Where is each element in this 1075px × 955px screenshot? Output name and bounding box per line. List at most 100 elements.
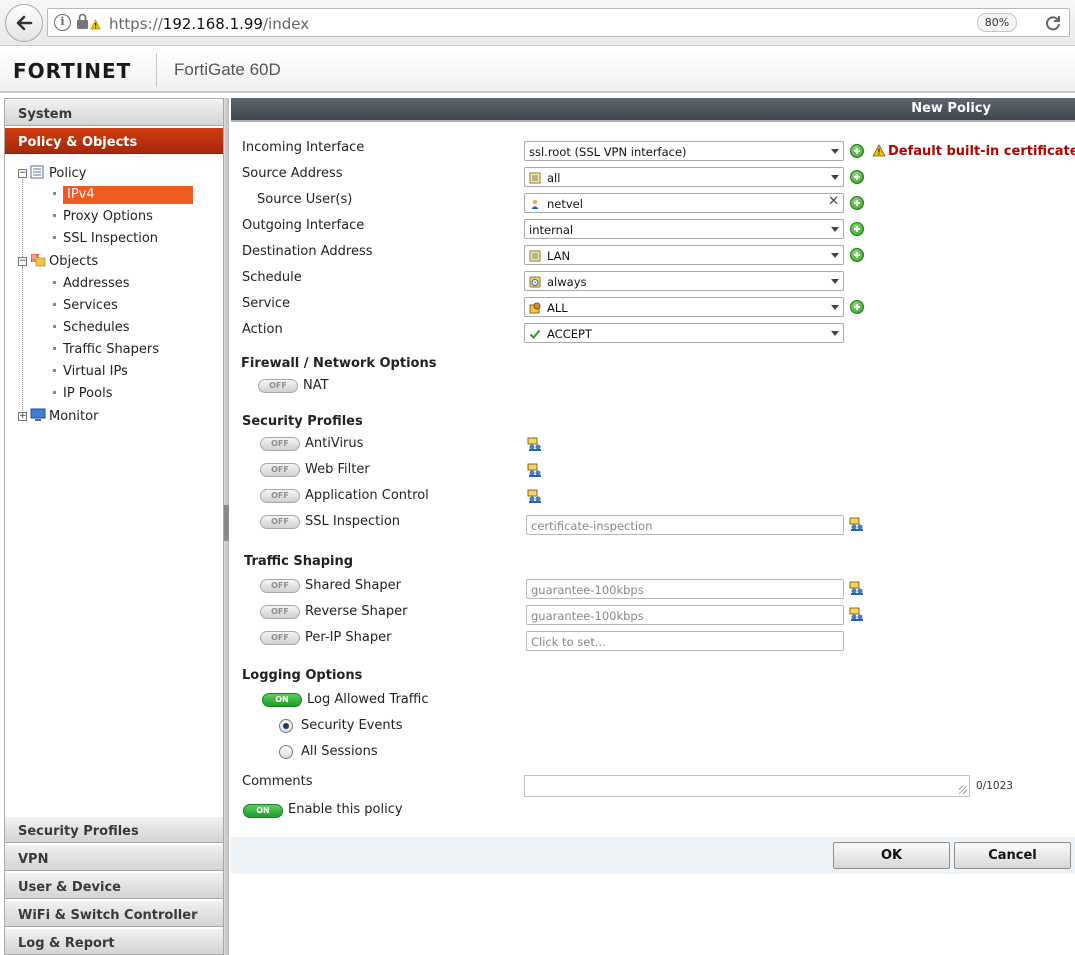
add-outgoing-interface-button[interactable] — [850, 222, 864, 236]
outgoing-interface-select[interactable]: internal — [524, 219, 844, 239]
sidebar-section-system[interactable]: System — [5, 99, 223, 126]
add-source-address-button[interactable] — [850, 170, 864, 184]
comments-label: Comments — [242, 774, 313, 789]
sidebar-section-security-profiles[interactable]: Security Profiles — [5, 816, 223, 843]
add-incoming-interface-button[interactable] — [850, 144, 864, 158]
incoming-interface-select[interactable]: ssl.root (SSL VPN interface) — [524, 141, 844, 161]
antivirus-label: AntiVirus — [305, 436, 364, 451]
security-events-radio[interactable] — [279, 719, 293, 733]
application-control-toggle[interactable]: OFF — [260, 489, 300, 503]
service-select[interactable]: ALL — [524, 297, 844, 317]
destination-address-select[interactable]: LAN — [524, 245, 844, 265]
back-button[interactable] — [5, 4, 43, 42]
add-destination-address-button[interactable] — [850, 248, 864, 262]
policy-list-icon — [30, 165, 44, 179]
chevron-down-icon — [831, 149, 839, 154]
sidebar-section-log-report[interactable]: Log & Report — [5, 928, 223, 955]
tree-item-label: Monitor — [49, 409, 99, 424]
shared-shaper-field[interactable]: guarantee-100kbps — [526, 579, 844, 599]
ok-button[interactable]: OK — [833, 842, 950, 869]
profile-group-icon[interactable] — [849, 516, 865, 532]
logging-section-title: Logging Options — [242, 668, 363, 683]
tree-item-label: IP Pools — [63, 386, 113, 401]
certificate-warning[interactable]: Default built-in certificate — [872, 144, 1075, 159]
tree-item-policy[interactable]: − Policy — [18, 165, 86, 183]
incoming-interface-label: Incoming Interface — [242, 140, 365, 155]
tree-item-ipv4[interactable]: IPv4 — [53, 186, 193, 205]
sidebar-section-vpn[interactable]: VPN — [5, 844, 223, 871]
destination-address-label: Destination Address — [242, 244, 373, 259]
per-ip-shaper-toggle[interactable]: OFF — [260, 631, 300, 645]
reverse-shaper-label: Reverse Shaper — [305, 604, 408, 619]
source-users-select[interactable]: netvel ✕ — [524, 193, 844, 213]
back-arrow-icon — [16, 15, 33, 31]
schedule-select[interactable]: always — [524, 271, 844, 291]
tree-item-traffic-shapers[interactable]: Traffic Shapers — [53, 342, 159, 360]
add-service-button[interactable] — [850, 300, 864, 314]
address-icon — [529, 250, 541, 262]
ssl-inspection-label: SSL Inspection — [305, 514, 401, 529]
tree-item-label: Virtual IPs — [63, 364, 128, 379]
tree-item-proxy-options[interactable]: Proxy Options — [53, 209, 153, 227]
collapse-sidebar-handle[interactable] — [224, 505, 229, 541]
clear-icon[interactable]: ✕ — [828, 194, 839, 209]
reverse-shaper-toggle[interactable]: OFF — [260, 605, 300, 619]
resize-grip-icon[interactable] — [959, 786, 967, 794]
tree-item-ssl-inspection[interactable]: SSL Inspection — [53, 231, 158, 249]
source-address-select[interactable]: all — [524, 167, 844, 187]
device-model: FortiGate 60D — [174, 60, 281, 79]
action-label: Action — [242, 322, 283, 337]
chevron-down-icon — [831, 175, 839, 180]
shared-shaper-toggle[interactable]: OFF — [260, 579, 300, 593]
tree-item-objects[interactable]: − Objects — [18, 253, 98, 271]
sidebar-section-policy-objects[interactable]: Policy & Objects — [5, 127, 223, 154]
profile-group-icon[interactable] — [527, 488, 543, 504]
log-allowed-traffic-toggle[interactable]: ON — [262, 693, 302, 707]
sidebar-section-wifi-switch[interactable]: WiFi & Switch Controller — [5, 900, 223, 927]
ssl-inspection-field[interactable]: certificate-inspection — [526, 515, 844, 535]
tree-item-label: Traffic Shapers — [63, 342, 160, 357]
expand-icon[interactable]: + — [18, 412, 27, 421]
reload-icon[interactable] — [1044, 14, 1062, 32]
tree-item-addresses[interactable]: Addresses — [53, 276, 130, 294]
tree-item-schedules[interactable]: Schedules — [53, 320, 130, 338]
select-value: all — [547, 171, 561, 185]
objects-icon — [31, 254, 46, 267]
nat-toggle[interactable]: OFF — [258, 379, 298, 393]
profile-group-icon[interactable] — [849, 580, 865, 596]
comments-textarea[interactable] — [524, 775, 970, 797]
url-text[interactable]: https://192.168.1.99/index — [109, 15, 309, 33]
tree-item-virtual-ips[interactable]: Virtual IPs — [53, 364, 128, 382]
check-icon — [529, 329, 541, 339]
reverse-shaper-field[interactable]: guarantee-100kbps — [526, 605, 844, 625]
profile-group-icon[interactable] — [527, 436, 543, 452]
tree-item-services[interactable]: Services — [53, 298, 118, 316]
antivirus-toggle[interactable]: OFF — [260, 437, 300, 451]
action-select[interactable]: ACCEPT — [524, 323, 844, 343]
add-source-user-button[interactable] — [850, 196, 864, 210]
zoom-level-badge[interactable]: 80% — [977, 13, 1017, 32]
cancel-button[interactable]: Cancel — [954, 842, 1071, 869]
sidebar-section-user-device[interactable]: User & Device — [5, 872, 223, 899]
select-value: internal — [529, 223, 574, 237]
info-icon[interactable]: i — [54, 14, 71, 31]
tree-bullet — [53, 213, 56, 217]
service-label: Service — [242, 296, 291, 311]
web-filter-toggle[interactable]: OFF — [260, 463, 300, 477]
tree-connector — [22, 267, 23, 417]
collapse-icon[interactable]: − — [18, 257, 27, 266]
enable-policy-toggle[interactable]: ON — [243, 804, 283, 818]
lock-warning-icon[interactable] — [75, 12, 101, 32]
all-sessions-radio[interactable] — [279, 745, 293, 759]
profile-group-icon[interactable] — [527, 462, 543, 478]
collapse-icon[interactable]: − — [18, 169, 27, 178]
tree-item-label: SSL Inspection — [63, 231, 159, 246]
browser-toolbar: i https://192.168.1.99/index 80% — [0, 0, 1075, 46]
address-bar[interactable]: i https://192.168.1.99/index 80% — [47, 8, 1070, 37]
tree-item-monitor[interactable]: + Monitor — [18, 408, 98, 426]
profile-group-icon[interactable] — [849, 606, 865, 622]
tree-item-ip-pools[interactable]: IP Pools — [53, 386, 112, 404]
per-ip-shaper-field[interactable]: Click to set... — [526, 631, 844, 651]
tree-item-label: Services — [63, 298, 118, 313]
ssl-inspection-toggle[interactable]: OFF — [260, 515, 300, 529]
